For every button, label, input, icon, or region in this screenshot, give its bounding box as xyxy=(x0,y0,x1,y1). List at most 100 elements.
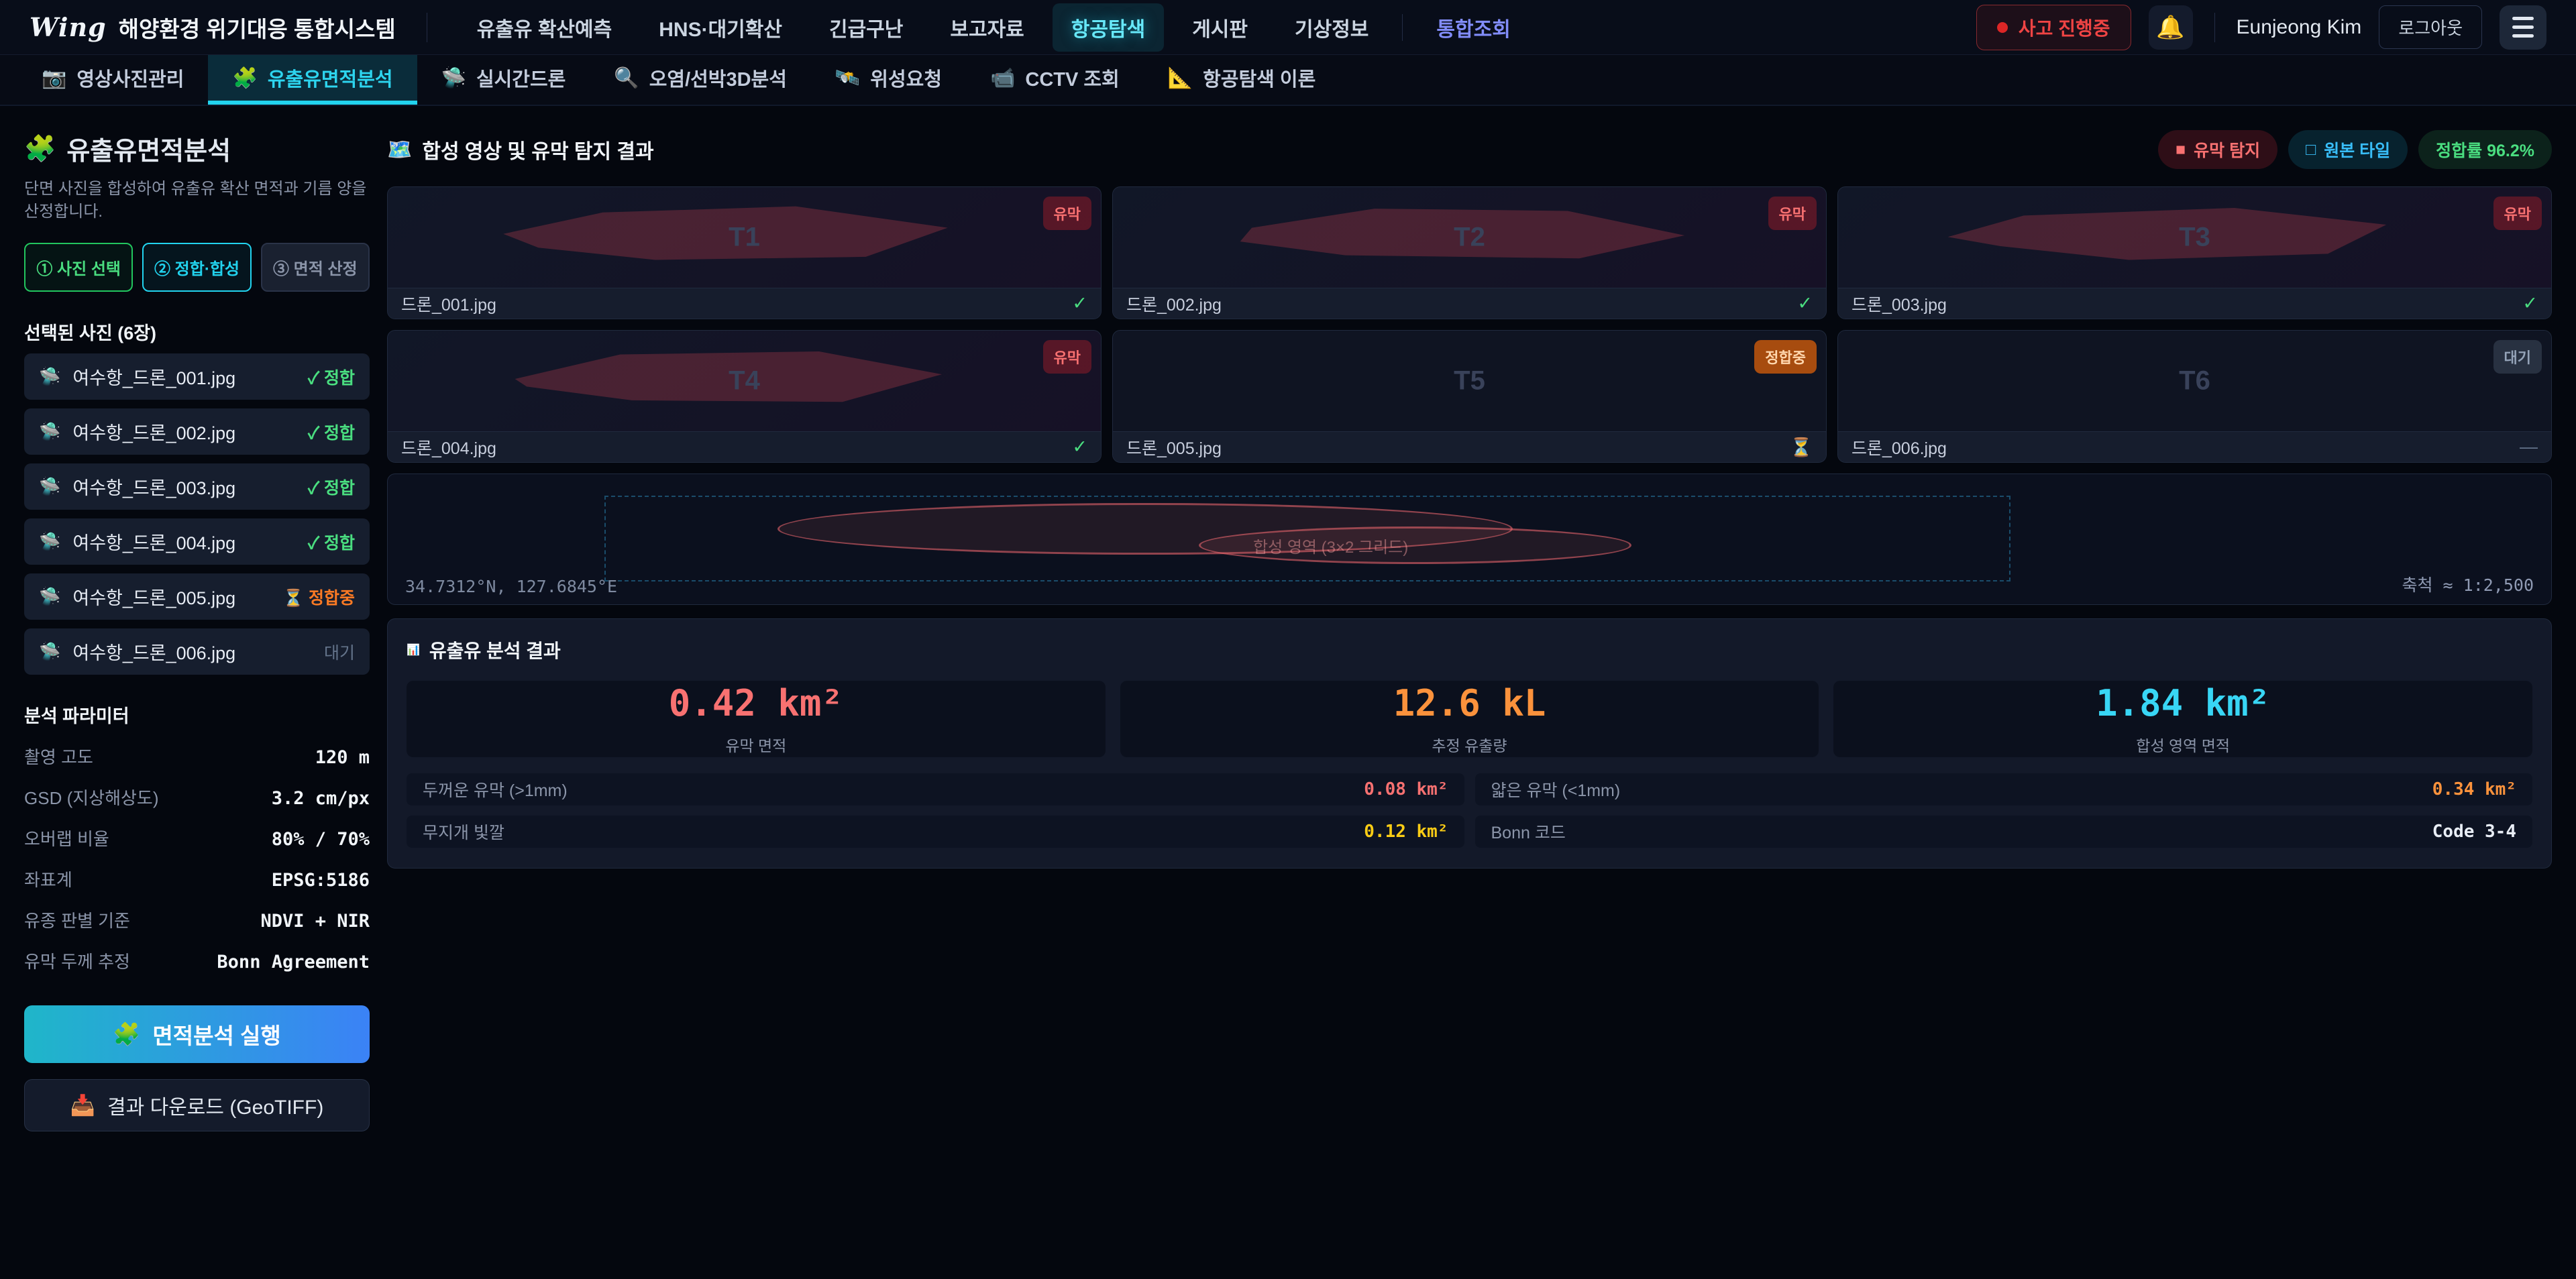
step-align-composite[interactable]: ② 정합·합성 xyxy=(142,243,251,292)
triangle-ruler-icon: 📐 xyxy=(1168,66,1193,90)
ufo-drone-icon: 🛸 xyxy=(39,531,60,552)
tile-filename: 드론_004.jpg xyxy=(401,435,496,459)
tile-preview: T4 유막 xyxy=(388,331,1101,431)
param-row: 촬영 고도 120 m xyxy=(24,744,370,769)
download-result-button[interactable]: 📥 결과 다운로드 (GeoTIFF) xyxy=(24,1079,370,1131)
photo-status-badge: ✓ 정합 xyxy=(308,420,355,444)
nav-item-oil-spread-forecast[interactable]: 유출유 확산예측 xyxy=(458,3,631,52)
param-label: GSD (지상해상도) xyxy=(24,785,158,810)
download-tray-icon: 📥 xyxy=(70,1094,95,1117)
top-navbar: Wing 해양환경 위기대응 통합시스템 유출유 확산예측 HNS·대기확산 긴… xyxy=(0,0,2576,55)
image-tile[interactable]: T5 정합중 드론_005.jpg ⏳ xyxy=(1112,330,1827,463)
image-tile[interactable]: T1 유막 드론_001.jpg ✓ xyxy=(387,186,1102,319)
ufo-drone-icon: 🛸 xyxy=(39,476,60,497)
detail-row-bonn-code: Bonn 코드 Code 3-4 xyxy=(1475,816,2533,848)
notifications-button[interactable]: 🔔 xyxy=(2149,5,2193,50)
stat-label: 유막 면적 xyxy=(725,733,786,756)
image-tile[interactable]: T2 유막 드론_002.jpg ✓ xyxy=(1112,186,1827,319)
tab-satellite-request[interactable]: 🛰️ 위성요청 xyxy=(811,55,966,105)
step-area-calc[interactable]: ③ 면적 산정 xyxy=(261,243,370,292)
analysis-sidebar: 🧩 유출유면적분석 단면 사진을 합성하여 유출유 확산 면적과 기름 양을 산… xyxy=(24,130,370,1131)
photo-filename: 여수항_드론_006.jpg xyxy=(72,638,312,665)
legend: ■ 유막 탐지 □ 원본 타일 정합률 96.2% xyxy=(2158,130,2552,169)
tile-filename: 드론_003.jpg xyxy=(1851,292,1947,316)
param-label: 촬영 고도 xyxy=(24,744,93,769)
param-row: 오버랩 비율 80% / 70% xyxy=(24,826,370,850)
nav-item-reports[interactable]: 보고자료 xyxy=(931,3,1042,52)
nav-item-hns-air-dispersion[interactable]: HNS·대기확산 xyxy=(640,3,801,52)
tab-photo-management[interactable]: 📷 영상사진관리 xyxy=(17,55,208,105)
tab-pollution-ship-3d[interactable]: 🔍 오염/선박3D분석 xyxy=(590,55,811,105)
bell-icon: 🔔 xyxy=(2156,14,2184,41)
map-coordinates: 34.7312°N, 127.6845°E xyxy=(405,577,617,596)
photo-status-badge: 대기 xyxy=(324,640,355,664)
param-value: 120 m xyxy=(315,747,370,768)
hamburger-menu-button[interactable] xyxy=(2500,5,2546,50)
logout-button[interactable]: 로그아웃 xyxy=(2379,5,2482,49)
tile-id-label: T1 xyxy=(729,223,760,253)
run-analysis-button[interactable]: 🧩 면적분석 실행 xyxy=(24,1005,370,1063)
param-value: EPSG:5186 xyxy=(272,870,370,891)
image-tile[interactable]: T6 대기 드론_006.jpg — xyxy=(1837,330,2552,463)
tab-oil-area-analysis[interactable]: 🧩 유출유면적분석 xyxy=(208,55,417,105)
tab-aerial-search-theory[interactable]: 📐 항공탐색 이론 xyxy=(1144,55,1340,105)
results-panel: 📊 유출유 분석 결과 0.42 km² 유막 면적 12.6 kL 추정 유출… xyxy=(387,618,2552,869)
tab-realtime-drone[interactable]: 🛸 실시간드론 xyxy=(417,55,590,105)
user-name: Eunjeong Kim xyxy=(2237,16,2362,39)
tile-id-label: T5 xyxy=(1454,366,1485,396)
photo-list-item[interactable]: 🛸 여수항_드론_004.jpg ✓ 정합 xyxy=(24,518,370,565)
stat-value: 12.6 kL xyxy=(1393,682,1546,724)
check-icon: ✓ xyxy=(1072,293,1087,314)
photo-list-item[interactable]: 🛸 여수항_드론_006.jpg 대기 xyxy=(24,628,370,675)
hourglass-icon: ⏳ xyxy=(1790,437,1813,458)
tile-status-badge: 정합중 xyxy=(1754,340,1817,374)
tile-footer: 드론_005.jpg ⏳ xyxy=(1113,431,1826,462)
photo-filename: 여수항_드론_002.jpg xyxy=(72,419,296,445)
param-row: 유막 두께 추정 Bonn Agreement xyxy=(24,948,370,973)
dash-icon: — xyxy=(2520,437,2538,457)
photo-status-badge: ✓ 정합 xyxy=(308,365,355,389)
incident-status-badge[interactable]: 사고 진행중 xyxy=(1976,5,2131,50)
step-photo-select[interactable]: ① 사진 선택 xyxy=(24,243,133,292)
nav-separator xyxy=(1402,14,1403,41)
tile-footer: 드론_004.jpg ✓ xyxy=(388,431,1101,462)
tile-id-label: T6 xyxy=(2179,366,2210,396)
param-row: 좌표계 EPSG:5186 xyxy=(24,867,370,891)
photo-list-item[interactable]: 🛸 여수항_드론_002.jpg ✓ 정합 xyxy=(24,408,370,455)
feature-tabbar: 📷 영상사진관리 🧩 유출유면적분석 🛸 실시간드론 🔍 오염/선박3D분석 🛰… xyxy=(0,55,2576,106)
tile-id-label: T3 xyxy=(2179,223,2210,253)
tile-id-label: T2 xyxy=(1454,223,1485,253)
nav-item-weather-info[interactable]: 기상정보 xyxy=(1276,3,1387,52)
param-label: 좌표계 xyxy=(24,867,72,891)
image-tile[interactable]: T4 유막 드론_004.jpg ✓ xyxy=(387,330,1102,463)
tab-cctv-view[interactable]: 📹 CCTV 조회 xyxy=(966,55,1144,105)
nav-item-integrated-search[interactable]: 통합조회 xyxy=(1417,3,1529,52)
ufo-drone-icon: 🛸 xyxy=(39,586,60,607)
tile-footer: 드론_006.jpg — xyxy=(1838,431,2551,462)
satellite-icon: 🛰️ xyxy=(835,66,860,90)
world-map-icon: 🗺️ xyxy=(387,138,412,162)
analysis-params-header: 분석 파라미터 xyxy=(24,702,370,728)
tile-status-badge: 유막 xyxy=(2493,197,2542,230)
outline-square-icon: □ xyxy=(2306,140,2316,160)
nav-item-aerial-search[interactable]: 항공탐색 xyxy=(1053,3,1164,52)
legend-alignment-rate: 정합률 96.2% xyxy=(2418,130,2552,169)
stat-value: 0.42 km² xyxy=(669,682,843,724)
nav-item-emergency-rescue[interactable]: 긴급구난 xyxy=(810,3,922,52)
photo-status-badge: ✓ 정합 xyxy=(308,530,355,554)
page-title: 🧩 유출유면적분석 xyxy=(24,130,370,167)
photo-list-item[interactable]: 🛸 여수항_드론_001.jpg ✓ 정합 xyxy=(24,353,370,400)
composite-map[interactable]: 합성 영역 (3×2 그리드) 34.7312°N, 127.6845°E 축척… xyxy=(387,474,2552,605)
tile-preview: T5 정합중 xyxy=(1113,331,1826,431)
photo-list-item[interactable]: 🛸 여수항_드론_003.jpg ✓ 정합 xyxy=(24,463,370,510)
photo-filename: 여수항_드론_004.jpg xyxy=(72,529,296,555)
map-scale: 축척 ≈ 1:2,500 xyxy=(2402,572,2534,596)
image-tile[interactable]: T3 유막 드론_003.jpg ✓ xyxy=(1837,186,2552,319)
photo-list-item[interactable]: 🛸 여수항_드론_005.jpg ⏳ 정합중 xyxy=(24,573,370,620)
puzzle-icon: 🧩 xyxy=(113,1021,140,1048)
check-icon: ✓ xyxy=(2522,293,2538,314)
photo-filename: 여수항_드론_003.jpg xyxy=(72,474,296,500)
page-content: 🧩 유출유면적분석 단면 사진을 합성하여 유출유 확산 면적과 기름 양을 산… xyxy=(0,106,2576,1156)
nav-item-board[interactable]: 게시판 xyxy=(1173,3,1267,52)
status-dot-icon xyxy=(1997,22,2008,33)
